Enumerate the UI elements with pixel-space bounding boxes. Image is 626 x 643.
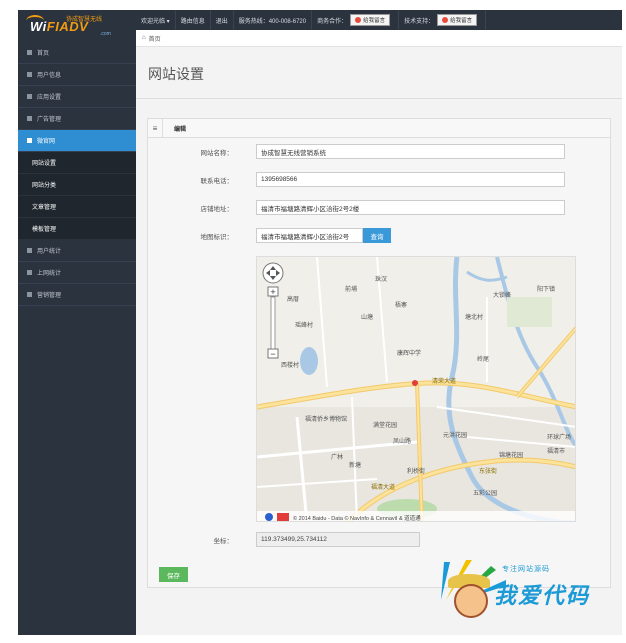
- menu-icon: ≡: [148, 119, 163, 137]
- query-button[interactable]: 查询: [363, 228, 391, 243]
- map-label: 满堂花园: [373, 421, 397, 429]
- map-label: 大锁峰: [493, 291, 511, 299]
- map-label: 锦塘花园: [499, 451, 523, 459]
- map-label: 新塘: [349, 461, 361, 469]
- map-label: 山塘: [361, 313, 373, 321]
- qq-message-button[interactable]: 给我留言: [350, 14, 391, 26]
- map-label: 阳下镇: [537, 285, 555, 293]
- map-canvas[interactable]: + − 珠汉 前埔 高厝 瑶峰村 山塘 梧寨 塘北村 西楼村 康辉中学 岭尾 大…: [257, 257, 576, 522]
- logout-link[interactable]: 退出: [211, 10, 234, 30]
- map-label: 高厝: [287, 295, 299, 303]
- map-label: 地图标识：: [200, 234, 234, 241]
- qq-support-button[interactable]: 给我留言: [437, 14, 478, 26]
- settings-icon: [27, 94, 32, 99]
- sidebar-subitem-templates[interactable]: 模板管理: [18, 218, 136, 240]
- panel-title: 编辑: [174, 126, 187, 133]
- sidebar-item-online-stats[interactable]: 上网统计: [18, 262, 136, 284]
- panel-header: ≡ 编辑: [148, 119, 610, 138]
- svg-text:+: +: [270, 287, 275, 297]
- map-label: 福清市: [547, 447, 565, 455]
- breadcrumb: ⌂ 首页: [136, 30, 622, 47]
- map-label: 凤山路: [393, 437, 411, 445]
- sidebar-subitem-site-categories[interactable]: 网站分类: [18, 174, 136, 196]
- app-frame: 欢迎光临 ▾ 路由信息 退出 服务热线：400-008-6720 商务合作： 给…: [18, 10, 622, 635]
- map-label: 西楼村: [281, 361, 299, 369]
- watermark-line1: 专注网站源码: [502, 566, 550, 573]
- map-label: 广林: [331, 453, 343, 461]
- user-icon: [27, 72, 32, 77]
- map-label: 清荣大道: [432, 377, 456, 385]
- watermark-line2: 我爱代码: [494, 583, 591, 608]
- map-label: 五彩公园: [473, 489, 497, 497]
- edit-panel: ≡ 编辑 网站名称： 协成智慧无线营销系统 联系电话： 1395698566 店…: [147, 118, 611, 588]
- watermark-logo: 专注网站源码 我爱代码: [436, 560, 622, 630]
- top-nav: 欢迎光临 ▾ 路由信息 退出 服务热线：400-008-6720 商务合作： 给…: [136, 10, 487, 30]
- divider: [136, 98, 622, 99]
- ad-icon: [27, 116, 32, 121]
- map-label: 岭尾: [477, 355, 489, 363]
- map-label: 珠汉: [375, 275, 387, 283]
- map-label: 元洪花园: [443, 431, 467, 439]
- address-label: 店铺地址：: [200, 206, 234, 213]
- list-icon: [27, 138, 32, 143]
- map-search-field[interactable]: 福清市福塘路清辉小区洽街2号: [256, 228, 363, 243]
- router-info-link[interactable]: 路由信息: [176, 10, 211, 30]
- logo[interactable]: 协成智慧无线 WiFIADV .com: [18, 10, 136, 42]
- welcome-menu[interactable]: 欢迎光临 ▾: [136, 10, 176, 30]
- map-view[interactable]: + − 珠汉 前埔 高厝 瑶峰村 山塘 梧寨 塘北村 西楼村 康辉中学 岭尾 大…: [256, 256, 576, 522]
- svg-text:−: −: [270, 349, 275, 359]
- chart-icon: [27, 270, 32, 275]
- map-label: 利桥街: [407, 467, 425, 475]
- character-face-icon: [454, 584, 488, 618]
- sidebar-subitem-site-settings[interactable]: 网站设置: [18, 152, 136, 174]
- map-label: 塘北村: [465, 313, 483, 321]
- phone-label: 联系电话：: [200, 178, 234, 185]
- breadcrumb-home[interactable]: 首页: [149, 34, 161, 43]
- sidebar: 首页 用户信息 应用设置 广告管理 微官网 网站设置 网站分类 文章管理 模板管…: [18, 42, 142, 635]
- map-label: 瑶峰村: [295, 321, 313, 329]
- map-label: 康辉中学: [397, 349, 421, 357]
- user-stats-icon: [27, 248, 32, 253]
- coord-field: 119.373499,25.734112: [256, 532, 420, 547]
- home-icon: ⌂: [142, 35, 146, 41]
- map-label: 福清侨乡博物馆: [305, 415, 347, 423]
- phone-field[interactable]: 1395698566: [256, 172, 565, 187]
- save-button[interactable]: 保存: [159, 567, 188, 582]
- address-field[interactable]: 福清市福塘路清辉小区洽街2号2楼: [256, 200, 565, 215]
- baidu-logo-icon: [265, 513, 273, 521]
- grid-icon: [27, 292, 32, 297]
- map-credit: © 2014 Baidu - Data © NavInfo & CennaviI…: [293, 514, 421, 522]
- sidebar-item-home[interactable]: 首页: [18, 42, 136, 64]
- sidebar-item-ads[interactable]: 广告管理: [18, 108, 136, 130]
- qq-icon: [442, 17, 449, 23]
- logo-brand: WiFIADV: [30, 19, 89, 34]
- coord-label: 坐标：: [213, 538, 234, 545]
- service-hotline: 服务热线：400-008-6720: [234, 10, 313, 30]
- business-cooperation: 商务合作： 给我留言: [312, 10, 400, 30]
- sidebar-item-app-settings[interactable]: 应用设置: [18, 86, 136, 108]
- main-content: ⌂ 首页 网站设置 ≡ 编辑 网站名称： 协成智慧无线营销系统 联系电话： 13…: [136, 30, 622, 635]
- qq-icon: [355, 17, 362, 23]
- page-title: 网站设置: [148, 66, 204, 82]
- map-label: 东张街: [479, 467, 497, 475]
- site-name-field[interactable]: 协成智慧无线营销系统: [256, 144, 565, 159]
- logo-domain: .com: [100, 31, 111, 37]
- sidebar-subitem-articles[interactable]: 文章管理: [18, 196, 136, 218]
- location-marker-icon: [412, 380, 418, 386]
- map-label: 福清大道: [371, 483, 395, 491]
- site-name-label: 网站名称：: [200, 150, 234, 157]
- sidebar-item-user-info[interactable]: 用户信息: [18, 64, 136, 86]
- tech-support: 技术支持： 给我留言: [399, 10, 487, 30]
- map-label: 环球广场: [547, 433, 571, 441]
- map-label: 梧寨: [395, 301, 407, 309]
- sidebar-item-microsite[interactable]: 微官网: [18, 130, 142, 152]
- sidebar-item-user-stats[interactable]: 用户统计: [18, 240, 136, 262]
- home-icon: [27, 50, 32, 55]
- sidebar-item-marketing[interactable]: 营销管理: [18, 284, 136, 306]
- map-label: 前埔: [345, 285, 357, 293]
